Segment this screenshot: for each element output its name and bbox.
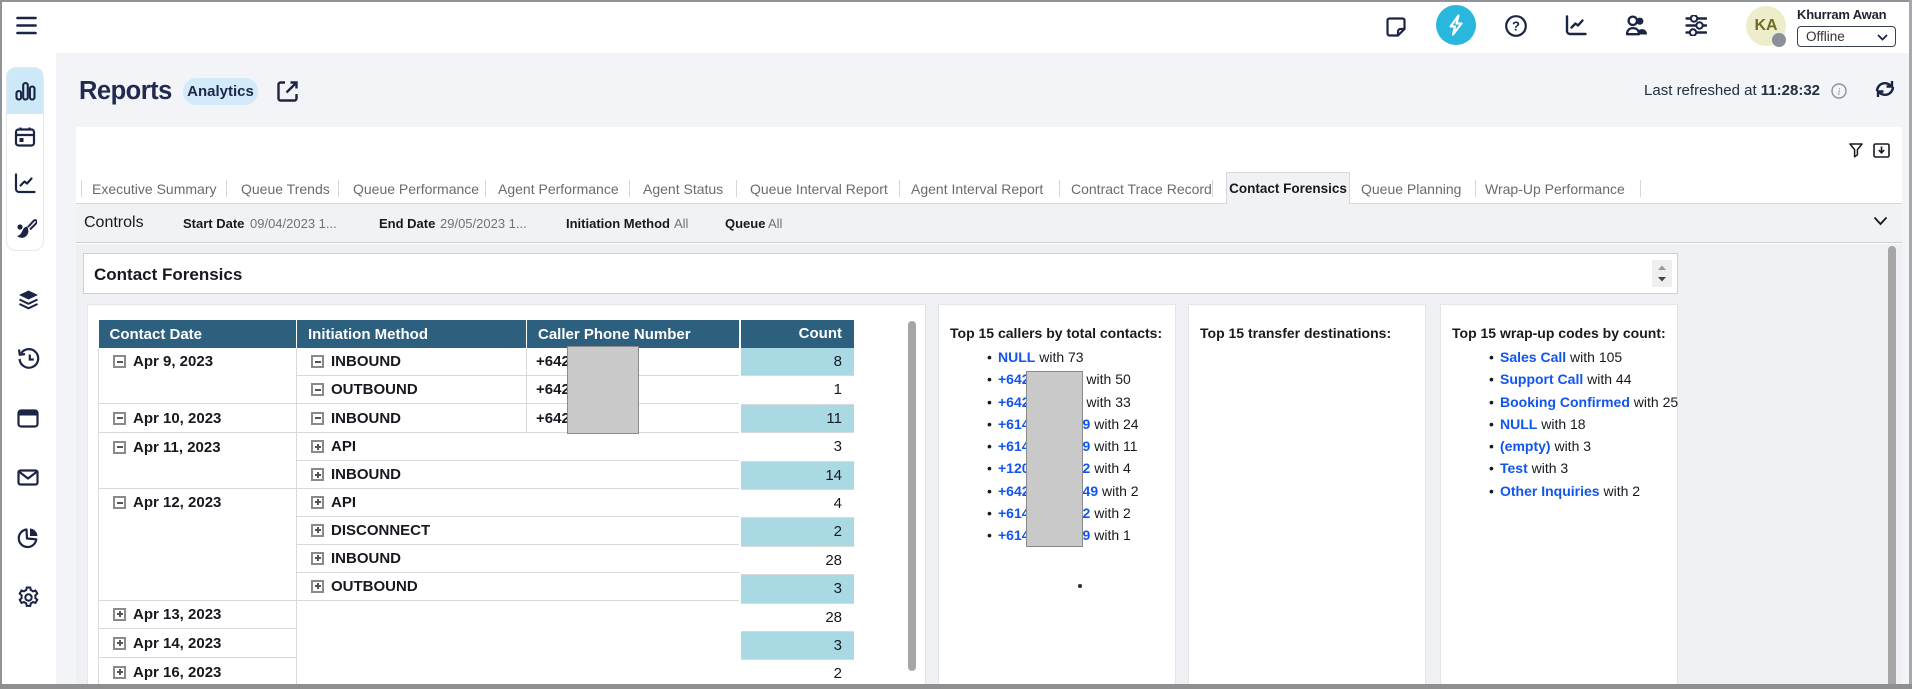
svg-text:?: ? bbox=[1512, 19, 1520, 34]
svg-text:i: i bbox=[1838, 87, 1841, 98]
